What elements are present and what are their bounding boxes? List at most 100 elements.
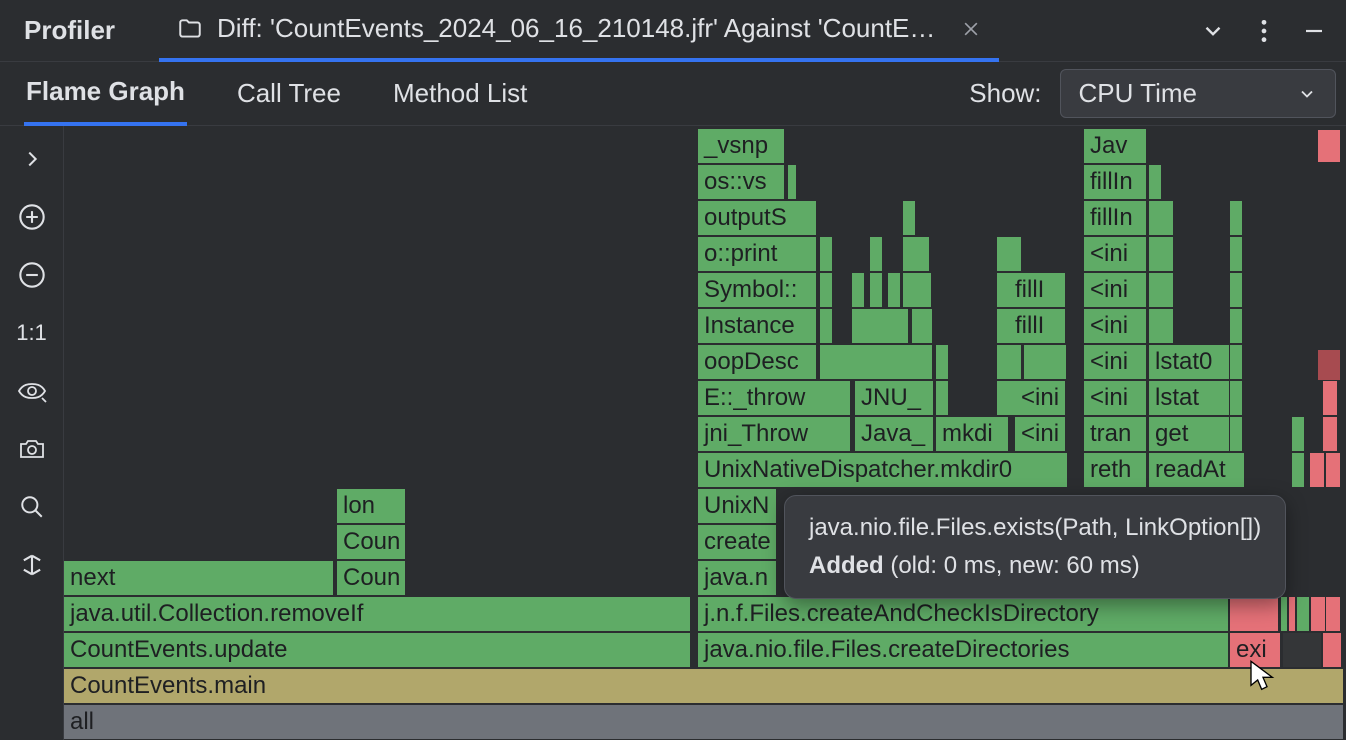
tab-method-list[interactable]: Method List (391, 62, 529, 126)
flame-frame[interactable] (1283, 633, 1321, 667)
flame-frame[interactable]: fillI (1009, 309, 1065, 343)
flame-frame[interactable] (1323, 417, 1337, 451)
collapse-icon[interactable] (18, 548, 46, 582)
flame-frame[interactable] (1149, 309, 1173, 343)
flame-frame[interactable]: <ini (1084, 273, 1146, 307)
flame-frame[interactable] (1230, 273, 1242, 307)
flame-frame[interactable]: oopDesc (698, 345, 816, 379)
flame-frame[interactable] (1024, 345, 1066, 379)
flame-frame[interactable]: <ini (1084, 381, 1146, 415)
flame-frame[interactable] (1323, 633, 1341, 667)
close-tab-icon[interactable] (961, 19, 981, 39)
flame-frame[interactable] (903, 273, 931, 307)
flame-frame[interactable]: j.n.f.Files.createAndCheckIsDirectory (698, 597, 1228, 631)
file-tab[interactable]: Diff: 'CountEvents_2024_06_16_210148.jfr… (159, 0, 999, 62)
flame-frame[interactable] (1149, 201, 1173, 235)
flame-frame[interactable]: Java_ (855, 417, 933, 451)
flame-frame[interactable] (852, 309, 908, 343)
flame-frame[interactable]: lstat0 (1149, 345, 1229, 379)
flame-frame[interactable] (1318, 130, 1340, 162)
flame-frame[interactable] (820, 345, 932, 379)
flame-frame[interactable]: UnixN (698, 489, 776, 523)
flame-frame[interactable]: java.nio.file.Files.createDirectories (698, 633, 1228, 667)
flame-frame[interactable] (820, 237, 832, 271)
flame-frame[interactable] (1289, 597, 1295, 631)
flame-frame[interactable]: readAt (1149, 453, 1244, 487)
flame-frame[interactable]: fillI (1009, 273, 1065, 307)
flame-frame[interactable] (1230, 597, 1278, 631)
tab-call-tree[interactable]: Call Tree (235, 62, 343, 126)
flame-frame[interactable]: lstat (1149, 381, 1229, 415)
flame-frame[interactable]: UnixNativeDispatcher.mkdir0 (698, 453, 1067, 487)
flame-frame[interactable]: fillIn (1084, 165, 1146, 199)
flame-frame[interactable]: jni_Throw (698, 417, 850, 451)
flame-frame[interactable] (912, 309, 932, 343)
flame-frame[interactable] (870, 237, 882, 271)
flame-frame[interactable]: os::vs (698, 165, 784, 199)
more-icon[interactable] (1260, 18, 1268, 44)
show-select[interactable]: CPU Time (1060, 69, 1336, 118)
flame-frame[interactable] (1281, 597, 1287, 631)
flame-frame[interactable]: JNU_ (855, 381, 933, 415)
flame-frame[interactable]: E::_throw (698, 381, 850, 415)
flame-frame[interactable]: Instance (698, 309, 816, 343)
flame-frame[interactable] (1230, 201, 1242, 235)
flame-frame[interactable]: lon (337, 489, 405, 523)
flame-frame[interactable]: Coun (337, 561, 405, 595)
flame-frame[interactable] (936, 345, 948, 379)
flame-frame[interactable]: o::print (698, 237, 816, 271)
flame-frame[interactable] (1326, 597, 1340, 631)
screenshot-icon[interactable] (18, 432, 46, 466)
flame-frame[interactable]: next (64, 561, 333, 595)
search-icon[interactable] (19, 490, 45, 524)
flame-frame[interactable] (820, 309, 832, 343)
flame-frame[interactable]: create (698, 525, 776, 559)
flame-frame[interactable] (1230, 309, 1242, 343)
reset-zoom-button[interactable]: 1:1 (16, 316, 47, 350)
minimize-icon[interactable] (1302, 19, 1326, 43)
flame-frame[interactable] (1230, 381, 1242, 415)
flame-frame[interactable] (1323, 381, 1337, 415)
flame-frame[interactable] (1230, 345, 1242, 379)
flame-frame[interactable]: java.util.Collection.removeIf (64, 597, 690, 631)
flame-frame[interactable]: get (1149, 417, 1229, 451)
flame-frame[interactable] (903, 237, 929, 271)
flame-frame[interactable] (903, 201, 915, 235)
flame-frame[interactable] (1292, 453, 1304, 487)
flame-frame[interactable] (1149, 237, 1173, 271)
flame-frame[interactable] (820, 273, 832, 307)
flame-frame[interactable] (852, 273, 864, 307)
tab-flame-graph[interactable]: Flame Graph (24, 62, 187, 126)
flame-frame[interactable]: <ini (1015, 381, 1065, 415)
flame-frame[interactable] (1230, 417, 1242, 451)
flame-frame[interactable]: Jav (1084, 129, 1146, 163)
flame-graph[interactable]: _vsnp Jav os::vs fillIn outputS fillIn o… (64, 126, 1346, 740)
flame-frame[interactable]: <ini (1015, 417, 1065, 451)
flame-frame[interactable] (1326, 453, 1340, 487)
zoom-out-icon[interactable] (18, 258, 46, 292)
flame-frame[interactable] (788, 165, 796, 199)
flame-frame[interactable]: <ini (1084, 237, 1146, 271)
flame-frame[interactable] (997, 237, 1021, 271)
flame-frame[interactable] (1310, 453, 1324, 487)
flame-frame[interactable] (1149, 165, 1161, 199)
flame-frame[interactable]: fillIn (1084, 201, 1146, 235)
flame-frame[interactable] (870, 273, 882, 307)
flame-frame[interactable] (1149, 273, 1173, 307)
flame-frame-all[interactable]: all (64, 705, 1343, 739)
flame-frame[interactable]: CountEvents.update (64, 633, 690, 667)
flame-frame[interactable] (1292, 417, 1304, 451)
flame-frame[interactable]: <ini (1084, 345, 1146, 379)
flame-frame[interactable] (888, 273, 900, 307)
flame-frame[interactable]: tran (1084, 417, 1146, 451)
flame-frame[interactable] (1297, 597, 1309, 631)
flame-frame[interactable] (1318, 350, 1340, 380)
flame-frame[interactable]: reth (1084, 453, 1146, 487)
focus-icon[interactable] (17, 374, 47, 408)
flame-frame[interactable] (1230, 237, 1242, 271)
flame-frame[interactable]: Symbol:: (698, 273, 816, 307)
flame-frame[interactable]: outputS (698, 201, 816, 235)
expand-icon[interactable] (21, 142, 43, 176)
flame-frame[interactable]: java.n (698, 561, 776, 595)
flame-frame[interactable]: _vsnp (698, 129, 784, 163)
